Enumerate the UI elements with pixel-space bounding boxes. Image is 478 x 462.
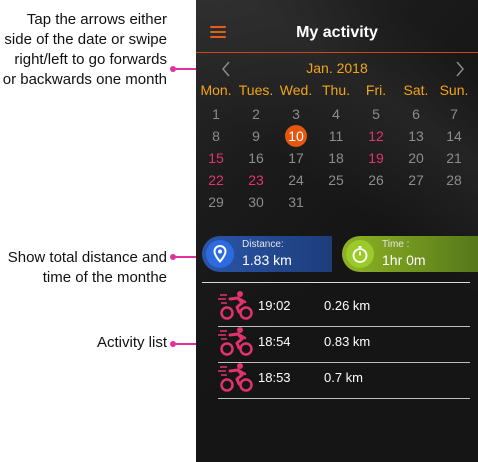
annotation-pointer-dot	[170, 254, 176, 260]
activity-distance: 0.7 km	[324, 370, 364, 385]
activity-distance: 0.26 km	[324, 298, 371, 313]
calendar-day[interactable]: 31	[281, 192, 311, 212]
annotation-activity-list: Activity list	[96, 334, 167, 351]
calendar-day[interactable]: 24	[281, 170, 311, 190]
calendar-day[interactable]: 25	[321, 170, 351, 190]
calendar-day[interactable]: 16	[241, 148, 271, 168]
annotation-month-navigation: Tap the arrows either side of the date o…	[2, 11, 167, 88]
calendar-day[interactable]: 5	[361, 104, 391, 124]
calendar-day[interactable]: 12	[361, 126, 391, 146]
calendar-day[interactable]: 17	[281, 148, 311, 168]
app-bar: My activity	[196, 0, 478, 53]
cycling-icon	[218, 362, 254, 392]
calendar-day[interactable]: 4	[321, 104, 351, 124]
calendar-day[interactable]: 6	[401, 104, 431, 124]
annotation-pointer-dot	[170, 341, 176, 347]
annotation-totals: Show total distance and time of the mont…	[7, 249, 167, 286]
calendar-day[interactable]: 26	[361, 170, 391, 190]
list-item[interactable]: 18:54 0.83 km	[196, 322, 478, 363]
month-navigator: Jan. 2018	[196, 58, 478, 80]
weekday-header: Mon. Tues. Wed. Thu. Fri. Sat. Sun.	[200, 82, 478, 102]
page-title: My activity	[296, 24, 378, 41]
weekday-label: Sun.	[439, 82, 469, 98]
time-label: Time :	[382, 239, 410, 250]
activity-time: 19:02	[258, 298, 291, 313]
activity-time: 18:54	[258, 334, 291, 349]
row-divider	[218, 398, 470, 399]
list-item[interactable]: 19:02 0.26 km	[196, 286, 478, 327]
weekday-label: Tues.	[238, 82, 274, 98]
location-pin-icon	[206, 240, 234, 268]
calendar-grid: 1 2 3 4 5 6 7 8 9 10 11 12 13 14 15 16 17 18 19 20 21 22 23 24 2…	[196, 104, 478, 216]
stopwatch-icon	[346, 240, 374, 268]
cycling-icon	[218, 326, 254, 356]
annotation-pointer-dot	[170, 66, 176, 72]
calendar-day[interactable]: 22	[201, 170, 231, 190]
weekday-label: Mon.	[200, 82, 232, 98]
chevron-right-icon[interactable]	[448, 58, 472, 80]
calendar-day[interactable]: 23	[241, 170, 271, 190]
weekday-label: Thu.	[321, 82, 350, 98]
distance-value: 1.83 km	[242, 252, 292, 268]
calendar-day[interactable]: 19	[361, 148, 391, 168]
calendar-day[interactable]: 11	[321, 126, 351, 146]
time-summary: Time : 1hr 0m	[342, 236, 478, 272]
calendar-day[interactable]: 30	[241, 192, 271, 212]
activity-distance: 0.83 km	[324, 334, 371, 349]
list-divider	[202, 282, 470, 283]
calendar-day[interactable]: 15	[201, 148, 231, 168]
phone-screen: My activity Jan. 2018 Mon. Tues. Wed. Thu. F…	[196, 0, 478, 462]
calendar-day[interactable]: 21	[439, 148, 469, 168]
calendar-day[interactable]: 1	[201, 104, 231, 124]
calendar-day[interactable]: 2	[241, 104, 271, 124]
distance-label: Distance:	[242, 239, 284, 250]
calendar-day[interactable]: 20	[401, 148, 431, 168]
weekday-label: Wed.	[279, 82, 313, 98]
time-value: 1hr 0m	[382, 252, 426, 268]
calendar-day[interactable]: 18	[321, 148, 351, 168]
calendar-day[interactable]: 9	[241, 126, 271, 146]
calendar-day[interactable]: 13	[401, 126, 431, 146]
calendar-day[interactable]: 29	[201, 192, 231, 212]
calendar-day[interactable]: 8	[201, 126, 231, 146]
weekday-label: Fri.	[365, 82, 387, 98]
weekday-label: Sat.	[403, 82, 429, 98]
activity-time: 18:53	[258, 370, 291, 385]
calendar-day[interactable]: 7	[439, 104, 469, 124]
distance-summary: Distance: 1.83 km	[202, 236, 332, 272]
calendar-day[interactable]: 14	[439, 126, 469, 146]
calendar-day[interactable]: 28	[439, 170, 469, 190]
cycling-icon	[218, 290, 254, 320]
calendar-day[interactable]: 3	[281, 104, 311, 124]
calendar-day-today[interactable]: 10	[281, 126, 311, 146]
month-label: Jan. 2018	[306, 60, 368, 76]
calendar-day[interactable]: 27	[401, 170, 431, 190]
list-item[interactable]: 18:53 0.7 km	[196, 358, 478, 399]
